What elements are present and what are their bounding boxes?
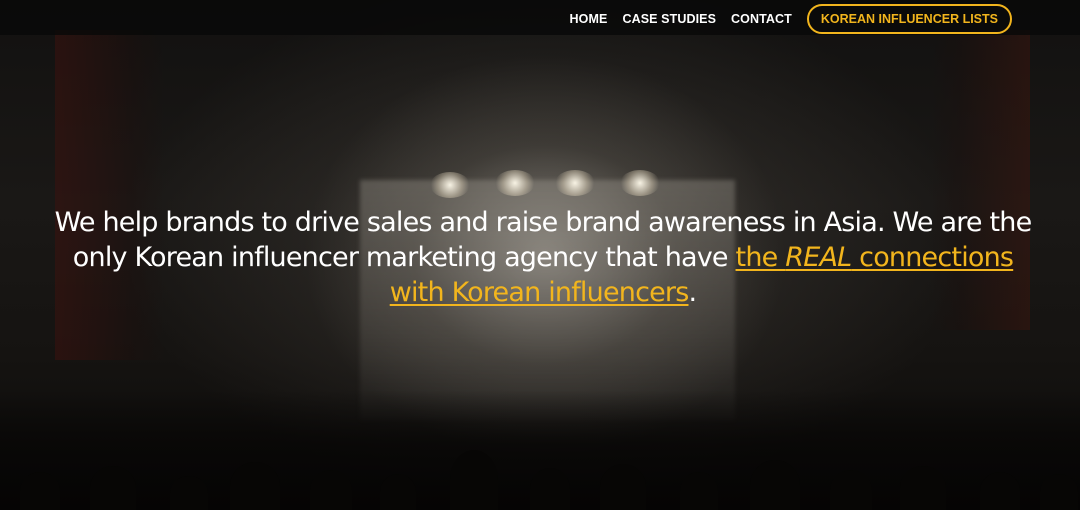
curtain-left [55,30,165,360]
stage-spotlight [430,172,470,198]
top-navigation-bar: HOME CASE STUDIES CONTACT KOREAN INFLUEN… [0,0,1080,35]
stage-spotlight [620,170,660,196]
stage-spotlight [495,170,535,196]
headline-period: . [688,277,698,308]
nav-link-home[interactable]: HOME [570,12,608,26]
nav-link-case-studies[interactable]: CASE STUDIES [622,12,716,26]
korean-influencer-lists-button[interactable]: KOREAN INFLUENCER LISTS [806,4,1012,34]
nav-links: HOME CASE STUDIES CONTACT KOREAN INFLUEN… [555,4,1012,34]
nav-link-contact[interactable]: CONTACT [731,12,792,26]
link-text-emphasis: REAL [785,242,852,273]
stage-spotlight [555,170,595,196]
crowd-silhouette [0,390,1080,510]
link-text-start: the [735,242,786,273]
hero-headline: We help brands to drive sales and raise … [50,205,1036,310]
hero-section: HOME CASE STUDIES CONTACT KOREAN INFLUEN… [0,0,1080,510]
